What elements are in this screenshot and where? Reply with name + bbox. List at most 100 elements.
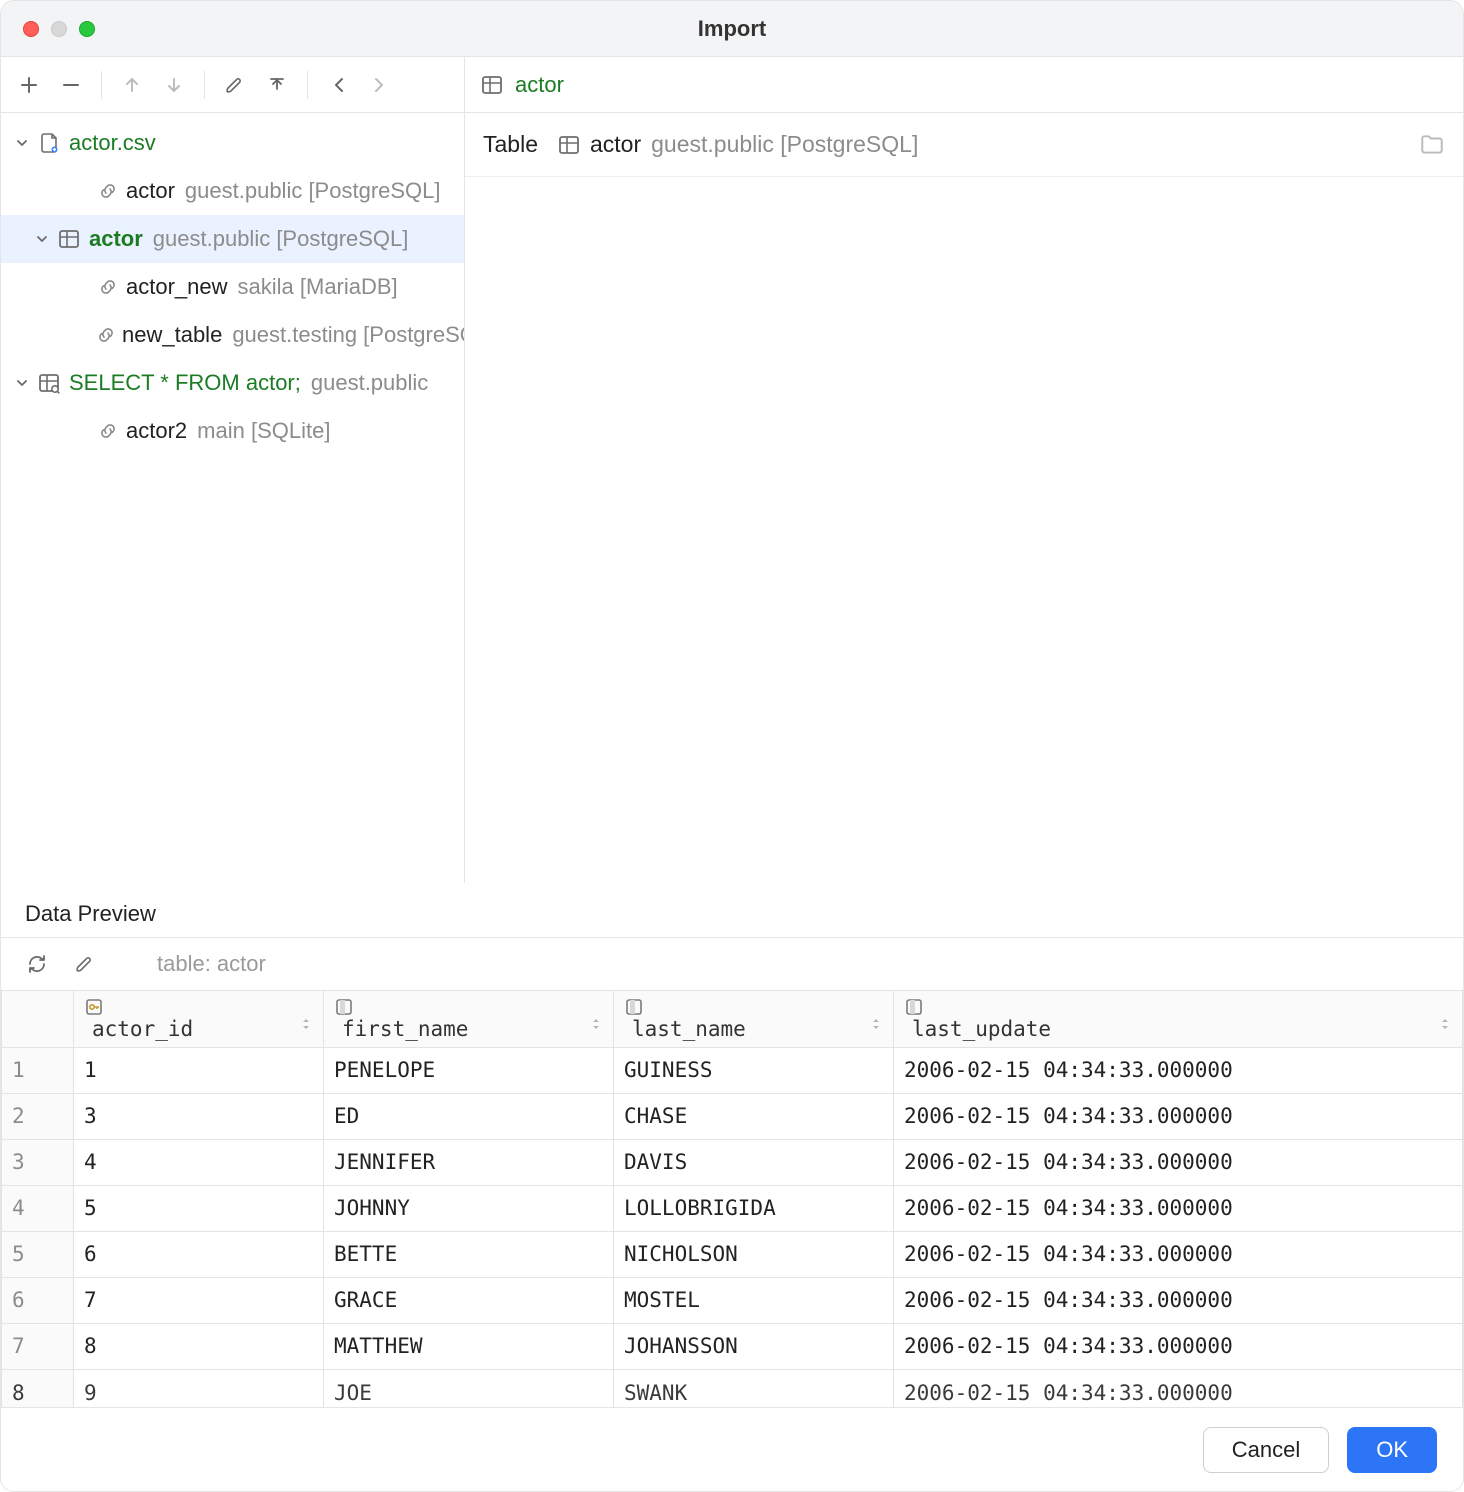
titlebar: Import	[1, 1, 1463, 57]
data-preview-grid[interactable]: actor_idfirst_name last_name last_update 1…	[1, 990, 1463, 1407]
tree-item[interactable]: new_tableguest.testing [PostgreSQL]	[1, 311, 464, 359]
chevron-down-icon[interactable]	[29, 231, 55, 247]
edit-preview-button[interactable]	[69, 948, 101, 980]
cell[interactable]: PENELOPE	[324, 1047, 614, 1093]
remove-button[interactable]	[53, 67, 89, 103]
arrow-left-icon	[328, 75, 348, 95]
cell[interactable]: 8	[74, 1323, 324, 1369]
cell[interactable]: MATTHEW	[324, 1323, 614, 1369]
sort-icon[interactable]	[869, 1017, 883, 1031]
row-number-header	[2, 990, 74, 1047]
cell[interactable]: 2006-02-15 04:34:33.000000	[894, 1139, 1463, 1185]
data-preview-title: Data Preview	[1, 883, 1463, 937]
pencil-icon	[75, 954, 95, 974]
tree-item[interactable]: SELECT * FROM actor;guest.public	[1, 359, 464, 407]
tree-item-label: actor	[89, 226, 143, 252]
cell[interactable]: JOHNNY	[324, 1185, 614, 1231]
edit-button[interactable]	[217, 67, 253, 103]
column-header[interactable]: first_name	[324, 990, 614, 1047]
tree-item-label: SELECT * FROM actor;	[69, 370, 301, 396]
cell[interactable]: ED	[324, 1093, 614, 1139]
preview-table-label: table: actor	[157, 951, 266, 977]
chevron-down-icon[interactable]	[9, 135, 35, 151]
cell[interactable]: GRACE	[324, 1277, 614, 1323]
footer: Cancel OK	[1, 1407, 1463, 1491]
cell[interactable]: 1	[74, 1047, 324, 1093]
cell[interactable]: JOHANSSON	[614, 1323, 894, 1369]
refresh-button[interactable]	[21, 948, 53, 980]
cell[interactable]: 4	[74, 1139, 324, 1185]
cell[interactable]: 2006-02-15 04:34:33.000000	[894, 1093, 1463, 1139]
tree-item[interactable]: actorguest.public [PostgreSQL]	[1, 167, 464, 215]
ok-button[interactable]: OK	[1347, 1427, 1437, 1473]
minus-icon	[61, 75, 81, 95]
table-row[interactable]: 11PENELOPEGUINESS2006-02-15 04:34:33.000…	[2, 1047, 1463, 1093]
sort-icon[interactable]	[589, 1017, 603, 1031]
cell[interactable]: NICHOLSON	[614, 1231, 894, 1277]
cell[interactable]: SWANK	[614, 1369, 894, 1407]
column-header[interactable]: actor_id	[74, 990, 324, 1047]
table-row[interactable]: 67GRACEMOSTEL2006-02-15 04:34:33.000000	[2, 1277, 1463, 1323]
cell[interactable]: 2006-02-15 04:34:33.000000	[894, 1047, 1463, 1093]
export-button[interactable]	[259, 67, 295, 103]
cell[interactable]: BETTE	[324, 1231, 614, 1277]
cell[interactable]: 3	[74, 1093, 324, 1139]
tree-item-sub: guest.public [PostgreSQL]	[185, 178, 441, 204]
pencil-icon	[225, 75, 245, 95]
table-row[interactable]: 34JENNIFERDAVIS2006-02-15 04:34:33.00000…	[2, 1139, 1463, 1185]
sort-icon[interactable]	[299, 1017, 313, 1031]
cell[interactable]: LOLLOBRIGIDA	[614, 1185, 894, 1231]
tree-item-label: new_table	[122, 322, 222, 348]
cell[interactable]: 2006-02-15 04:34:33.000000	[894, 1277, 1463, 1323]
cancel-button[interactable]: Cancel	[1203, 1427, 1329, 1473]
cell[interactable]: MOSTEL	[614, 1277, 894, 1323]
tree-item[interactable]: actor_newsakila [MariaDB]	[1, 263, 464, 311]
table-row[interactable]: 78MATTHEWJOHANSSON2006-02-15 04:34:33.00…	[2, 1323, 1463, 1369]
window-title: Import	[1, 16, 1463, 42]
source-tree-pane: actor.csv actor guest.public [PostgreSQL] a…	[1, 57, 465, 883]
forward-button[interactable]	[362, 67, 398, 103]
row-number: 1	[2, 1047, 74, 1093]
column-name: last_update	[912, 1017, 1051, 1041]
tree-item-sub: sakila [MariaDB]	[238, 274, 398, 300]
cell[interactable]: GUINESS	[614, 1047, 894, 1093]
primary-key-icon	[84, 997, 313, 1017]
back-button[interactable]	[320, 67, 356, 103]
arrow-down-icon	[164, 75, 184, 95]
sort-icon[interactable]	[1438, 1017, 1452, 1031]
source-tree[interactable]: actor.csv actor guest.public [PostgreSQL] a…	[1, 113, 464, 883]
cell[interactable]: JOE	[324, 1369, 614, 1407]
column-header[interactable]: last_name	[614, 990, 894, 1047]
csv-icon	[35, 132, 63, 154]
cell[interactable]: 2006-02-15 04:34:33.000000	[894, 1185, 1463, 1231]
table-row[interactable]: 89JOESWANK2006-02-15 04:34:33.000000	[2, 1369, 1463, 1407]
table-row[interactable]: 45JOHNNYLOLLOBRIGIDA2006-02-15 04:34:33.…	[2, 1185, 1463, 1231]
column-header[interactable]: last_update	[894, 990, 1463, 1047]
row-number: 5	[2, 1231, 74, 1277]
tree-item[interactable]: actor.csv	[1, 119, 464, 167]
tree-item-sub: guest.public [PostgreSQL]	[153, 226, 409, 252]
cell[interactable]: 7	[74, 1277, 324, 1323]
cell[interactable]: 2006-02-15 04:34:33.000000	[894, 1231, 1463, 1277]
add-button[interactable]	[11, 67, 47, 103]
cell[interactable]: 5	[74, 1185, 324, 1231]
upload-icon	[267, 75, 287, 95]
tab-actor[interactable]: actor	[515, 72, 564, 98]
cell[interactable]: 9	[74, 1369, 324, 1407]
cell[interactable]: JENNIFER	[324, 1139, 614, 1185]
chevron-down-icon[interactable]	[9, 375, 35, 391]
table-row[interactable]: 56BETTENICHOLSON2006-02-15 04:34:33.0000…	[2, 1231, 1463, 1277]
move-up-button[interactable]	[114, 67, 150, 103]
cell[interactable]: 2006-02-15 04:34:33.000000	[894, 1323, 1463, 1369]
column-name: last_name	[632, 1017, 746, 1041]
details-tabs: actor	[465, 57, 1463, 113]
move-down-button[interactable]	[156, 67, 192, 103]
cell[interactable]: CHASE	[614, 1093, 894, 1139]
tree-item[interactable]: actor2main [SQLite]	[1, 407, 464, 455]
browse-folder-button[interactable]	[1419, 132, 1445, 158]
cell[interactable]: DAVIS	[614, 1139, 894, 1185]
cell[interactable]: 6	[74, 1231, 324, 1277]
tree-item[interactable]: actor guest.public [PostgreSQL]	[1, 215, 464, 263]
cell[interactable]: 2006-02-15 04:34:33.000000	[894, 1369, 1463, 1407]
table-row[interactable]: 23EDCHASE2006-02-15 04:34:33.000000	[2, 1093, 1463, 1139]
